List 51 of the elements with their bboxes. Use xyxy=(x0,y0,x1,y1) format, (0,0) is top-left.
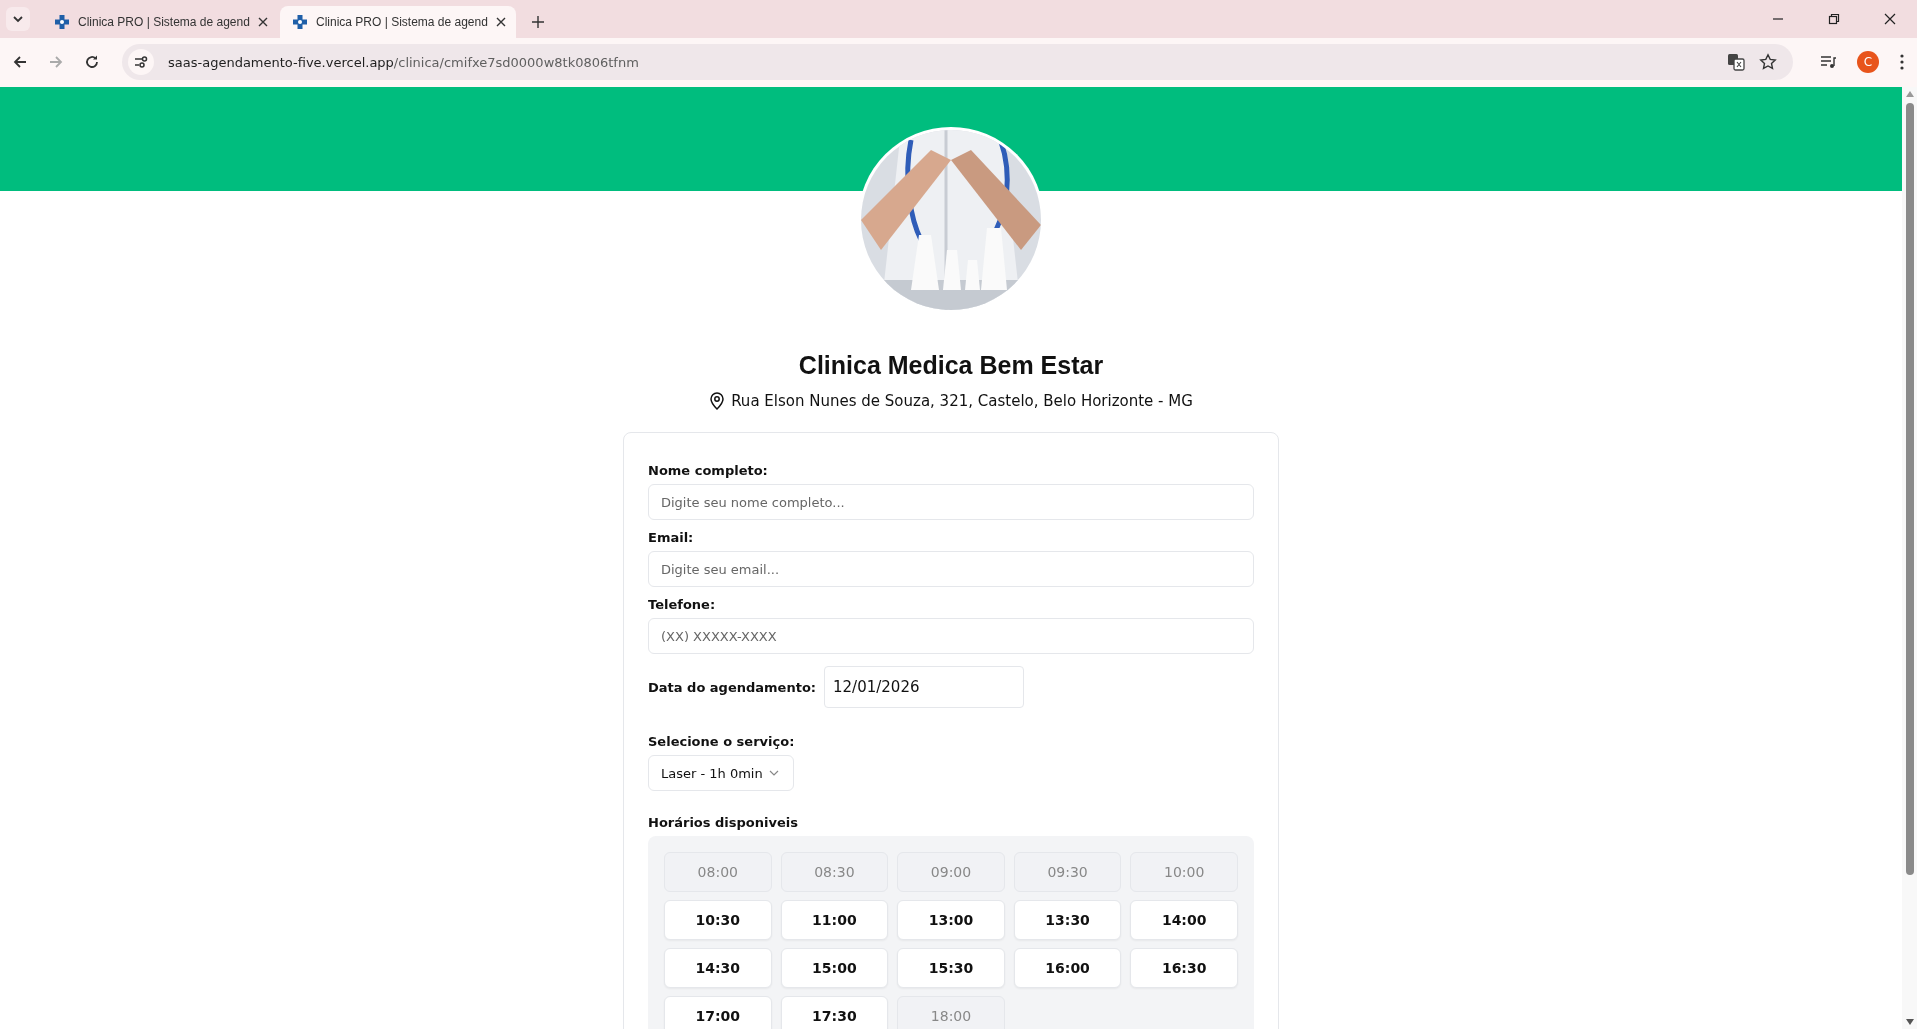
scrollbar[interactable] xyxy=(1902,87,1917,1029)
time-slot-button[interactable]: 17:30 xyxy=(780,996,889,1029)
profile-avatar[interactable]: C xyxy=(1857,51,1879,73)
chevron-down-icon xyxy=(769,768,779,778)
browser-tab[interactable]: Clinica PRO | Sistema de agend xyxy=(280,6,516,38)
browser-tab[interactable]: Clinica PRO | Sistema de agend xyxy=(42,6,278,38)
section-title: Horários disponiveis xyxy=(648,815,799,830)
service-select[interactable]: Laser - 1h 0min xyxy=(648,755,794,791)
input-field[interactable]: (XX) XXXXX-XXXX xyxy=(648,618,1254,654)
time-slot-button[interactable]: 15:30 xyxy=(897,948,1005,988)
restore-icon[interactable] xyxy=(1828,13,1840,25)
scroll-thumb[interactable] xyxy=(1905,103,1914,875)
time-slot-button[interactable]: 14:30 xyxy=(664,948,772,988)
clinic-name: Clinica Medica Bem Estar xyxy=(798,351,1104,380)
field-label: Email: xyxy=(648,530,695,545)
location-pin-icon xyxy=(709,392,726,410)
back-icon[interactable] xyxy=(12,54,28,70)
medical-cross-icon xyxy=(292,14,308,30)
new-tab-icon[interactable] xyxy=(532,16,544,28)
close-icon[interactable] xyxy=(496,17,506,27)
date-field[interactable]: 12/01/2026 xyxy=(824,666,1025,708)
scroll-up-icon[interactable] xyxy=(1905,91,1914,97)
media-control-icon[interactable] xyxy=(1819,53,1837,71)
field-label: Selecione o serviço: xyxy=(648,734,796,749)
scroll-down-icon[interactable] xyxy=(1905,1019,1914,1025)
field-label: Telefone: xyxy=(648,597,717,612)
time-slot-button[interactable]: 15:00 xyxy=(780,948,889,988)
time-slot-button[interactable]: 13:00 xyxy=(897,900,1005,940)
field-label: Nome completo: xyxy=(648,463,769,478)
time-slot-button[interactable]: 14:00 xyxy=(1130,900,1238,940)
reload-icon[interactable] xyxy=(84,54,100,70)
input-field[interactable]: Digite seu email... xyxy=(648,551,1254,587)
translate-icon[interactable] xyxy=(1727,53,1745,71)
tab-list-button[interactable] xyxy=(6,7,30,31)
address-bar[interactable]: saas-agendamento-five.vercel.app/clinica/cmifxe7sd0000w8tk0806tfnm xyxy=(122,44,1793,80)
time-slot-button[interactable]: 16:00 xyxy=(1013,948,1122,988)
time-slot-button[interactable]: 17:00 xyxy=(664,996,772,1029)
site-settings-icon[interactable] xyxy=(133,54,149,70)
clinic-address: Rua Elson Nunes de Souza, 321, Castelo, Belo Horizonte - MG xyxy=(731,392,1193,410)
chevron-down-icon xyxy=(12,13,24,25)
close-icon[interactable] xyxy=(258,17,268,27)
field-label: Data do agendamento: xyxy=(648,679,817,695)
time-slot-button[interactable]: 10:30 xyxy=(664,900,772,940)
close-icon[interactable] xyxy=(1884,13,1896,25)
medical-cross-icon xyxy=(54,14,70,30)
time-slot-button[interactable]: 13:30 xyxy=(1013,900,1122,940)
time-slot-button[interactable]: 11:00 xyxy=(780,900,889,940)
input-field[interactable]: Digite seu nome completo... xyxy=(648,484,1254,520)
time-slot-button[interactable]: 16:30 xyxy=(1130,948,1238,988)
menu-icon[interactable] xyxy=(1899,53,1905,71)
star-icon[interactable] xyxy=(1759,53,1777,71)
